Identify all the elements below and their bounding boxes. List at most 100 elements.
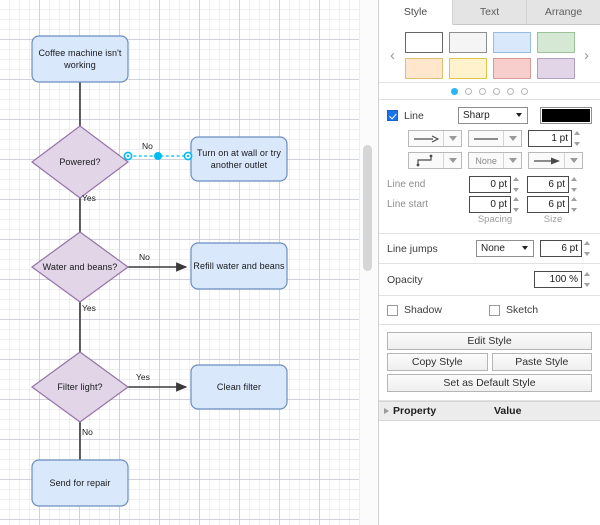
line-start-size-stepper[interactable]: [569, 196, 579, 213]
style-swatch-blue[interactable]: [493, 32, 531, 53]
opacity-row: Opacity: [387, 271, 592, 288]
edge-label-no-repair: No: [82, 427, 93, 437]
line-jumps-label: Line jumps: [387, 243, 470, 255]
chevron-left-icon[interactable]: ‹: [385, 48, 401, 63]
line-start-spacing-field: [469, 196, 521, 213]
opacity-section: Opacity: [379, 264, 600, 296]
line-end-marker-button[interactable]: [528, 152, 583, 169]
line-width-input[interactable]: [528, 130, 572, 147]
solid-line-icon: [469, 131, 504, 146]
chevron-down-icon[interactable]: [444, 131, 461, 146]
line-end-size-stepper[interactable]: [569, 176, 579, 193]
chevron-down-icon[interactable]: [504, 153, 521, 168]
line-jumps-size-field: [540, 240, 592, 257]
line-end-spacing-stepper[interactable]: [511, 176, 521, 193]
line-checkbox[interactable]: [387, 110, 398, 121]
style-swatch-orange[interactable]: [405, 58, 443, 79]
tab-style[interactable]: Style: [379, 0, 453, 25]
style-swatch-red[interactable]: [493, 58, 531, 79]
line-style-row-2: None: [387, 152, 592, 169]
waypoint-style-button[interactable]: [408, 152, 462, 169]
pagination-dot-6[interactable]: [521, 88, 528, 95]
chevron-down-icon[interactable]: [504, 131, 521, 146]
line-start-spacing-stepper[interactable]: [511, 196, 521, 213]
line-jumps-select[interactable]: None: [476, 240, 534, 257]
line-end-size-input[interactable]: [527, 176, 569, 193]
triangle-right-icon[interactable]: [384, 408, 389, 414]
style-preset-picker: ‹ ›: [379, 25, 600, 83]
edge-label-no-outlet: No: [142, 141, 153, 151]
line-end-row: Line end: [387, 176, 592, 193]
properties-table-body: [379, 421, 600, 491]
pagination-dot-1[interactable]: [451, 88, 458, 95]
style-swatch-yellow[interactable]: [449, 58, 487, 79]
sketch-label: Sketch: [506, 304, 538, 316]
style-swatch-white[interactable]: [405, 32, 443, 53]
format-panel-tabs: Style Text Arrange: [379, 0, 600, 25]
node-start: [32, 36, 128, 82]
chevron-down-icon[interactable]: [565, 153, 582, 168]
line-start-row: Line start: [387, 196, 592, 213]
style-swatch-purple[interactable]: [537, 58, 575, 79]
tab-arrange-label: Arrange: [545, 6, 582, 18]
diagram-shapes-layer: [0, 0, 378, 525]
tab-text[interactable]: Text: [453, 0, 527, 24]
spacing-caption: Spacing: [469, 214, 521, 225]
line-jumps-size-stepper[interactable]: [582, 240, 592, 257]
pagination-dot-3[interactable]: [479, 88, 486, 95]
line-shape-select[interactable]: Sharp: [458, 107, 528, 124]
copy-paste-row: Copy Style Paste Style: [387, 353, 592, 371]
line-start-arrow-button[interactable]: [408, 130, 462, 147]
line-dash-style-button[interactable]: [468, 130, 522, 147]
style-swatch-green[interactable]: [537, 32, 575, 53]
line-label: Line: [404, 110, 452, 122]
node-clean: [191, 365, 287, 409]
line-jumps-size-input[interactable]: [540, 240, 582, 257]
line-captions-row: Spacing Size: [387, 214, 592, 225]
line-end-size-field: [527, 176, 579, 193]
pagination-dot-4[interactable]: [493, 88, 500, 95]
line-width-stepper[interactable]: [572, 130, 582, 147]
line-start-marker-button[interactable]: None: [468, 152, 522, 169]
line-color-button[interactable]: [540, 107, 592, 124]
style-swatch-gray[interactable]: [449, 32, 487, 53]
properties-column-property: Property: [393, 405, 494, 417]
edit-style-button[interactable]: Edit Style: [387, 332, 592, 350]
style-picker-pagination: [379, 83, 600, 100]
effects-section: Shadow Sketch: [379, 296, 600, 325]
arrow-filled-right-icon: [529, 153, 565, 168]
line-style-row-1: [387, 130, 592, 147]
chevron-right-icon[interactable]: ›: [579, 48, 595, 63]
pagination-dot-2[interactable]: [465, 88, 472, 95]
node-water: [32, 232, 128, 302]
edge-powered-to-outlet-selected: [124, 152, 191, 160]
edge-label-yes-water: Yes: [82, 193, 96, 203]
arrow-right-icon: [409, 131, 444, 146]
line-start-marker-label: None: [469, 153, 504, 168]
diagram-canvas[interactable]: Coffee machine isn't working Powered? Tu…: [0, 0, 378, 525]
opacity-stepper[interactable]: [582, 271, 592, 288]
edge-label-yes-filter: Yes: [82, 303, 96, 313]
pagination-dot-5[interactable]: [507, 88, 514, 95]
node-refill: [191, 243, 287, 289]
size-caption: Size: [527, 214, 579, 225]
copy-style-button[interactable]: Copy Style: [387, 353, 488, 371]
shadow-checkbox[interactable]: [387, 305, 398, 316]
line-width-field: [528, 130, 582, 147]
set-default-style-button[interactable]: Set as Default Style: [387, 374, 592, 392]
paste-style-button[interactable]: Paste Style: [492, 353, 593, 371]
line-start-spacing-input[interactable]: [469, 196, 511, 213]
node-filter: [32, 352, 128, 422]
tab-arrange[interactable]: Arrange: [527, 0, 600, 24]
format-panel: Style Text Arrange ‹ ›: [378, 0, 600, 525]
node-repair: [32, 460, 128, 506]
orthogonal-waypoint-icon: [409, 153, 444, 168]
line-start-size-input[interactable]: [527, 196, 569, 213]
opacity-input[interactable]: [534, 271, 582, 288]
edge-label-yes-clean: Yes: [136, 372, 150, 382]
line-end-spacing-input[interactable]: [469, 176, 511, 193]
sketch-checkbox[interactable]: [489, 305, 500, 316]
chevron-down-icon[interactable]: [444, 153, 461, 168]
line-shape-select-wrap: Sharp: [458, 107, 528, 124]
canvas-vertical-scrollbar-thumb[interactable]: [363, 145, 372, 271]
